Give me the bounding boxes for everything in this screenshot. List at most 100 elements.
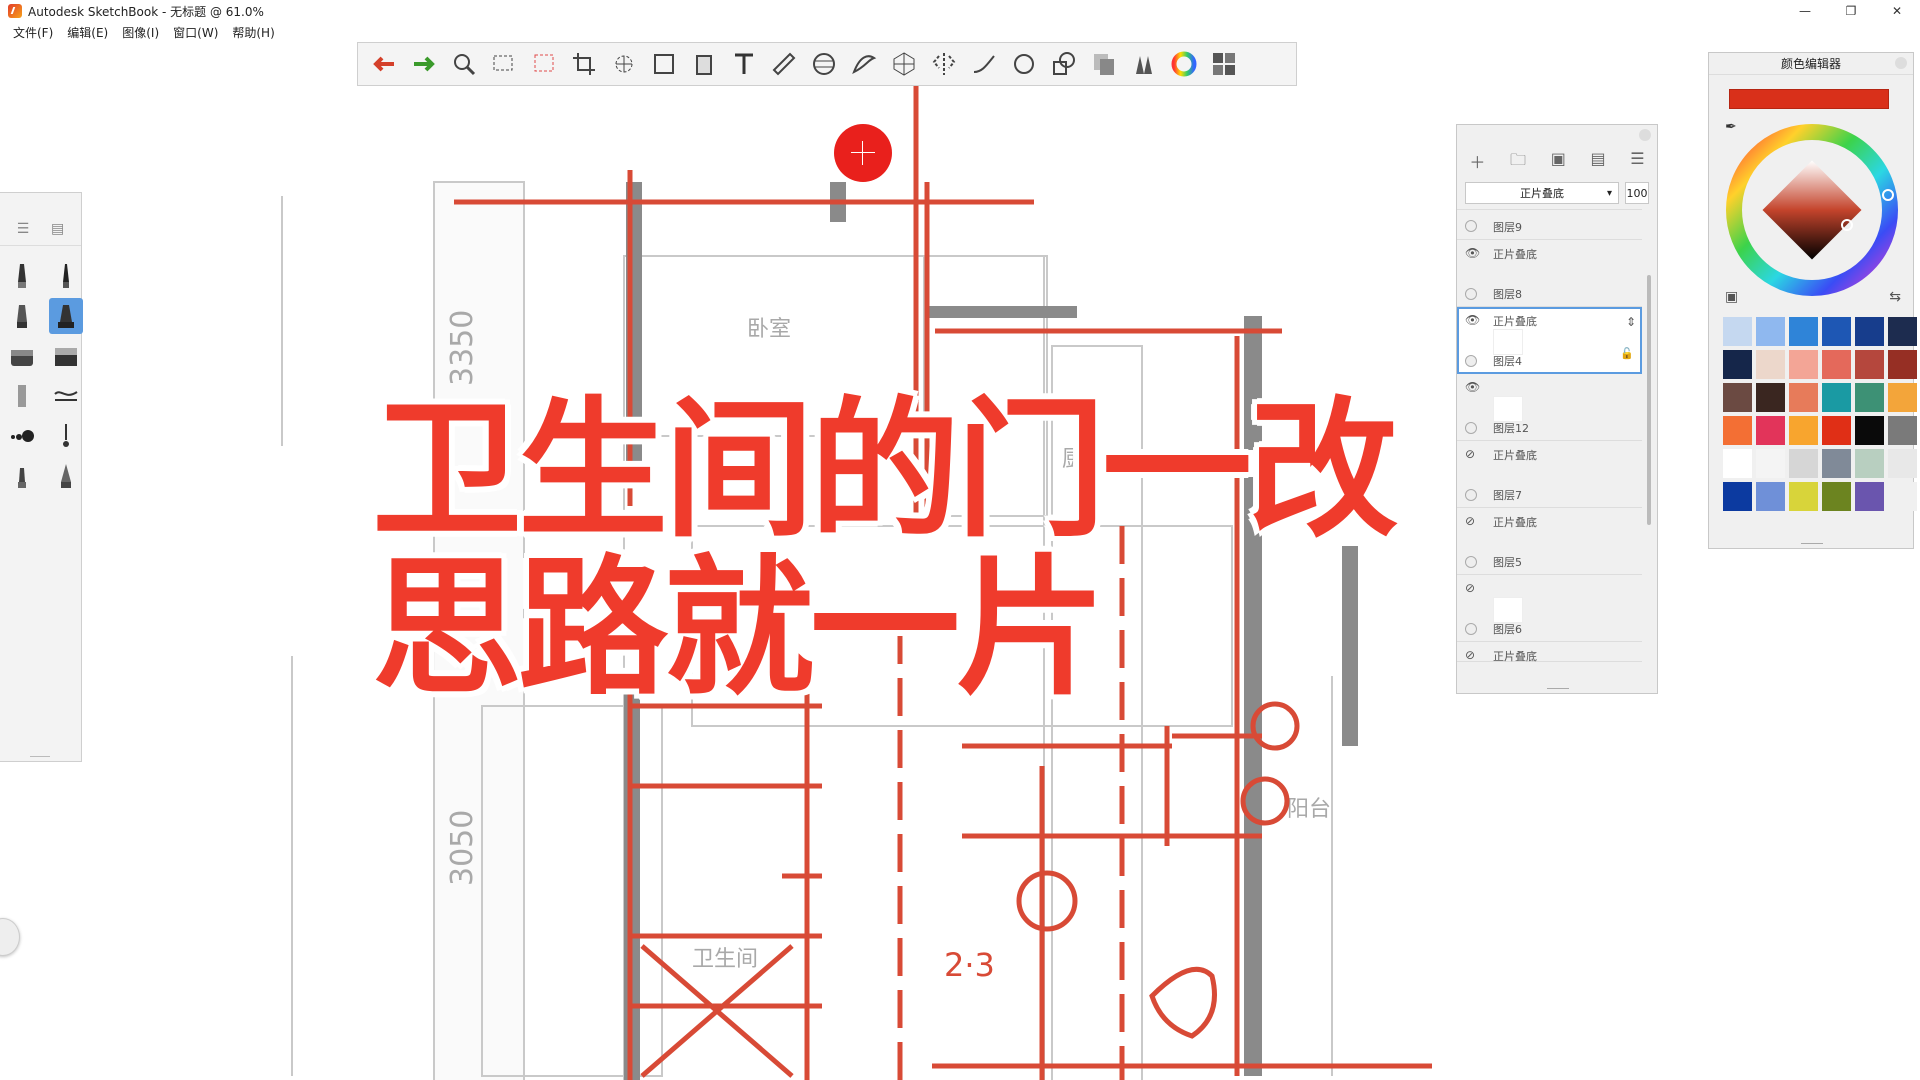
layer-radio[interactable] (1465, 422, 1477, 434)
add-group-icon[interactable]: 🗀 (1510, 149, 1526, 176)
color-swatch[interactable] (1723, 383, 1752, 412)
layer-radio[interactable] (1465, 489, 1477, 501)
color-swatch[interactable] (1855, 449, 1884, 478)
perspective-icon[interactable] (886, 46, 922, 82)
color-swatch[interactable] (1822, 449, 1851, 478)
crop-icon[interactable] (566, 46, 602, 82)
color-swatch[interactable] (1822, 482, 1851, 511)
eye-hidden-icon[interactable]: ⊘ (1465, 648, 1475, 662)
layer-row[interactable]: ⊘ 图层6 (1457, 575, 1642, 642)
eye-hidden-icon[interactable]: ⊘ (1465, 514, 1475, 528)
ink-pen-brush[interactable] (49, 258, 83, 294)
color-swatch[interactable] (1756, 317, 1785, 346)
fine-pen-brush[interactable] (49, 418, 83, 454)
brush-properties-icon[interactable]: ☰ (17, 221, 30, 237)
color-swatch[interactable] (1822, 416, 1851, 445)
color-swatch[interactable] (1822, 383, 1851, 412)
layer-radio[interactable] (1465, 623, 1477, 635)
layer-row[interactable]: ⊘ 正片叠底 图层5 (1457, 508, 1642, 575)
layer-scrollbar[interactable] (1647, 275, 1651, 525)
color-swatch[interactable] (1723, 350, 1752, 379)
brush-palette-grip[interactable] (30, 756, 50, 757)
eye-hidden-icon[interactable]: ⊘ (1465, 447, 1475, 461)
color-swatch[interactable] (1756, 383, 1785, 412)
color-swatch[interactable] (1888, 482, 1917, 511)
copy-paste-icon[interactable] (1086, 46, 1122, 82)
distort-icon[interactable] (646, 46, 682, 82)
eye-icon[interactable]: 👁 (1465, 246, 1480, 260)
layer-editor-close-icon[interactable] (1639, 129, 1651, 141)
layer-menu-icon[interactable]: ☰ (1630, 149, 1644, 176)
pencil-brush[interactable] (5, 258, 39, 294)
dot-brush[interactable] (5, 418, 39, 454)
color-swatch[interactable] (1723, 317, 1752, 346)
color-swatch[interactable] (1888, 383, 1917, 412)
current-color-swatch[interactable] (1729, 89, 1889, 109)
color-swatch[interactable] (1723, 416, 1752, 445)
color-wheel[interactable] (1723, 121, 1901, 299)
layer-radio[interactable] (1465, 288, 1477, 300)
color-swatch[interactable] (1888, 416, 1917, 445)
ellipse-guide-icon[interactable] (806, 46, 842, 82)
color-swatch[interactable] (1855, 416, 1884, 445)
color-swatch[interactable] (1855, 350, 1884, 379)
layer-editor-grip[interactable] (1547, 688, 1569, 689)
color-swatch[interactable] (1888, 350, 1917, 379)
layer-lock-icon[interactable]: 🔓 (1620, 347, 1634, 360)
brush-pen-brush[interactable] (5, 458, 39, 494)
french-curve-icon[interactable] (846, 46, 882, 82)
layer-row[interactable]: 图层9 (1457, 210, 1642, 240)
color-swatch[interactable] (1756, 350, 1785, 379)
undo-icon[interactable] (366, 46, 402, 82)
restore-button[interactable]: ❐ (1828, 0, 1874, 22)
color-swatch[interactable] (1723, 449, 1752, 478)
layer-row-selected[interactable]: 👁 正片叠底 图层4 ⇕ 🔓 (1457, 307, 1642, 374)
marker-brush[interactable] (5, 298, 39, 334)
add-image-icon[interactable]: ▣ (1551, 149, 1566, 176)
select-icon[interactable] (486, 46, 522, 82)
color-swatch[interactable] (1789, 317, 1818, 346)
layer-radio[interactable] (1465, 355, 1477, 367)
brush-library-icon[interactable] (1126, 46, 1162, 82)
eye-hidden-icon[interactable]: ⊘ (1465, 581, 1475, 595)
color-editor-grip[interactable] (1801, 543, 1823, 544)
chisel-brush[interactable] (49, 458, 83, 494)
text-icon[interactable] (726, 46, 762, 82)
eye-icon[interactable]: 👁 (1465, 380, 1480, 394)
layer-row[interactable]: ⊘ 正片叠底 图层7 (1457, 441, 1642, 508)
menu-help[interactable]: 帮助(H) (225, 22, 281, 42)
color-swatch[interactable] (1789, 383, 1818, 412)
color-sliders-icon[interactable]: ⇆ (1889, 289, 1901, 305)
color-swatch[interactable] (1789, 416, 1818, 445)
fill-icon[interactable] (686, 46, 722, 82)
clear-layer-icon[interactable]: ▤ (1591, 149, 1606, 176)
brush-library-toggle-icon[interactable]: ▤ (51, 221, 64, 237)
color-swatch[interactable] (1822, 317, 1851, 346)
smear-brush[interactable] (49, 378, 83, 414)
color-swatch[interactable] (1855, 317, 1884, 346)
texture-brush[interactable] (5, 378, 39, 414)
color-swatch[interactable] (1888, 317, 1917, 346)
menu-image[interactable]: 图像(I) (115, 22, 166, 42)
color-swatch[interactable] (1855, 383, 1884, 412)
line-icon[interactable] (966, 46, 1002, 82)
color-swatch[interactable] (1789, 350, 1818, 379)
zoom-icon[interactable] (446, 46, 482, 82)
soft-eraser-brush[interactable] (5, 338, 39, 374)
transform-icon[interactable] (606, 46, 642, 82)
layer-radio[interactable] (1465, 220, 1477, 232)
eye-icon[interactable]: 👁 (1465, 313, 1480, 327)
layer-row[interactable]: 👁 图层12 (1457, 374, 1642, 441)
color-swatch[interactable] (1888, 449, 1917, 478)
menu-edit[interactable]: 编辑(E) (60, 22, 115, 42)
color-swatch[interactable] (1789, 482, 1818, 511)
color-swatch[interactable] (1756, 416, 1785, 445)
close-button[interactable]: ✕ (1874, 0, 1920, 22)
lagoon-puck[interactable] (0, 918, 20, 956)
layer-row[interactable]: 👁 正片叠底 图层8 (1457, 240, 1642, 307)
lasso-select-icon[interactable] (526, 46, 562, 82)
saturation-value-square[interactable] (1762, 160, 1862, 260)
menu-window[interactable]: 窗口(W) (166, 22, 225, 42)
color-wheel-icon[interactable] (1166, 46, 1202, 82)
color-swatch[interactable] (1756, 449, 1785, 478)
